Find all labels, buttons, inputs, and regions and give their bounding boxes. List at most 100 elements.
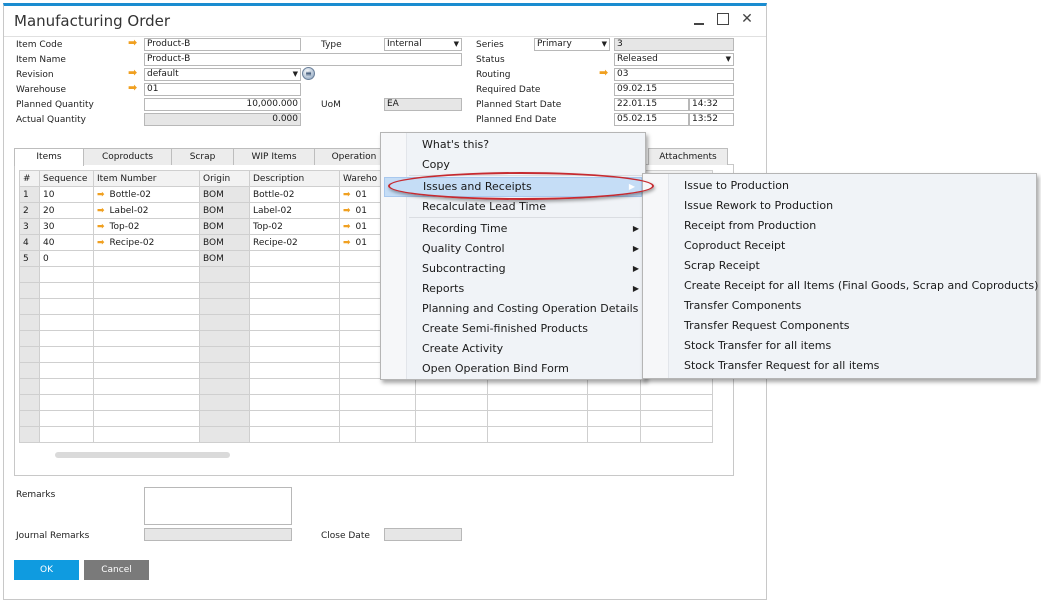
cell-origin[interactable] [199,410,250,427]
planned-end-date-field[interactable]: 05.02.15 [614,113,689,126]
status-select[interactable]: Released [614,53,734,66]
link-arrow-icon[interactable]: ➡ [599,67,608,78]
cell-item-number[interactable]: ➡ Label-02 [93,202,200,219]
submenu-item-create-receipt-for-all-items-final-goods-scrap-and-coproducts[interactable]: Create Receipt for all Items (Final Good… [643,276,1038,296]
cell-blank[interactable] [415,378,488,395]
item-name-field[interactable]: Product-B [144,53,462,66]
menu-item-quality-control[interactable]: Quality Control ▶ [381,239,645,259]
cell-blank[interactable] [640,426,713,443]
col-header-description[interactable]: Description [249,170,340,187]
link-arrow-icon[interactable]: ➡ [97,238,105,248]
cell-sequence[interactable] [39,410,94,427]
cell-row-number[interactable]: 5 [19,250,40,267]
menu-item-open-operation-bind-form[interactable]: Open Operation Bind Form [381,359,645,379]
cell-sequence[interactable]: 0 [39,250,94,267]
cancel-button[interactable]: Cancel [84,560,149,580]
submenu-item-stock-transfer-for-all-items[interactable]: Stock Transfer for all items [643,336,1036,356]
cell-blank[interactable] [415,394,488,411]
cell-sequence[interactable] [39,330,94,347]
submenu-item-scrap-receipt[interactable]: Scrap Receipt [643,256,1036,276]
cell-description[interactable] [249,394,340,411]
series-select[interactable]: Primary [534,38,610,51]
horizontal-scrollbar[interactable] [55,452,230,458]
cell-origin[interactable] [199,394,250,411]
cell-row-number[interactable] [19,426,40,443]
cell-description[interactable] [249,378,340,395]
type-select[interactable]: Internal [384,38,462,51]
cell-description[interactable]: Recipe-02 [249,234,340,251]
cell-row-number[interactable] [19,394,40,411]
cell-sequence[interactable] [39,314,94,331]
cell-origin[interactable] [199,378,250,395]
cell-blank[interactable] [587,394,641,411]
warehouse-field[interactable]: 01 [144,83,301,96]
cell-origin[interactable]: BOM [199,234,250,251]
cell-blank[interactable] [487,426,588,443]
cell-origin[interactable]: BOM [199,218,250,235]
link-arrow-icon[interactable]: ➡ [343,222,351,232]
submenu-item-transfer-components[interactable]: Transfer Components [643,296,1036,316]
menu-item-recording-time[interactable]: Recording Time ▶ [381,219,645,239]
cell-description[interactable]: Label-02 [249,202,340,219]
cell-origin[interactable]: BOM [199,250,250,267]
cell-item-number[interactable]: ➡ Bottle-02 [93,186,200,203]
submenu-item-transfer-request-components[interactable]: Transfer Request Components [643,316,1036,336]
cell-row-number[interactable]: 4 [19,234,40,251]
cell-row-number[interactable] [19,330,40,347]
cell-sequence[interactable] [39,378,94,395]
link-arrow-icon[interactable]: ➡ [97,190,105,200]
submenu-item-coproduct-receipt[interactable]: Coproduct Receipt [643,236,1036,256]
cell-origin[interactable] [199,362,250,379]
cell-sequence[interactable]: 40 [39,234,94,251]
cell-item-number[interactable] [93,378,200,395]
cell-blank[interactable] [640,378,713,395]
cell-item-number[interactable] [93,410,200,427]
cell-blank[interactable] [640,394,713,411]
cell-row-number[interactable] [19,410,40,427]
cell-sequence[interactable] [39,362,94,379]
cell-origin[interactable] [199,266,250,283]
cell-warehouse[interactable] [339,378,416,395]
tab-coproducts[interactable]: Coproducts [83,148,172,165]
cell-item-number[interactable]: ➡ Recipe-02 [93,234,200,251]
submenu-item-issue-rework-to-production[interactable]: Issue Rework to Production [643,196,1036,216]
table-row[interactable] [19,410,713,427]
routing-field[interactable]: 03 [614,68,734,81]
cell-sequence[interactable] [39,282,94,299]
cell-item-number[interactable] [93,394,200,411]
maximize-button[interactable] [716,12,730,26]
menu-item-copy[interactable]: Copy [381,155,645,175]
cell-item-number[interactable] [93,330,200,347]
cell-origin[interactable] [199,346,250,363]
tab-attachments[interactable]: Attachments [648,148,728,165]
col-header-origin[interactable]: Origin [199,170,250,187]
table-row[interactable] [19,426,713,443]
cell-row-number[interactable]: 2 [19,202,40,219]
planned-end-time-field[interactable]: 13:52 [689,113,734,126]
cell-origin[interactable] [199,330,250,347]
cell-sequence[interactable] [39,266,94,283]
cell-blank[interactable] [587,426,641,443]
menu-item-issues-and-receipts[interactable]: Issues and Receipts ▶ [384,177,642,197]
cell-sequence[interactable] [39,346,94,363]
cell-blank[interactable] [415,426,488,443]
submenu-item-receipt-from-production[interactable]: Receipt from Production [643,216,1036,236]
tab-scrap[interactable]: Scrap [171,148,234,165]
cell-item-number[interactable] [93,266,200,283]
cell-item-number[interactable] [93,298,200,315]
col-header-num[interactable]: # [19,170,40,187]
cell-sequence[interactable]: 10 [39,186,94,203]
planned-start-time-field[interactable]: 14:32 [689,98,734,111]
cell-warehouse[interactable] [339,410,416,427]
cell-sequence[interactable] [39,298,94,315]
cell-sequence[interactable]: 20 [39,202,94,219]
link-arrow-icon[interactable]: ➡ [128,37,137,48]
tab-items[interactable]: Items [14,148,84,166]
menu-item-recalculate-lead-time[interactable]: Recalculate Lead Time [381,197,645,217]
menu-item-create-semi-finished-products[interactable]: Create Semi-finished Products [381,319,645,339]
minimize-button[interactable] [692,12,706,26]
link-arrow-icon[interactable]: ➡ [97,206,105,216]
cell-row-number[interactable] [19,266,40,283]
cell-row-number[interactable] [19,378,40,395]
cell-origin[interactable]: BOM [199,186,250,203]
